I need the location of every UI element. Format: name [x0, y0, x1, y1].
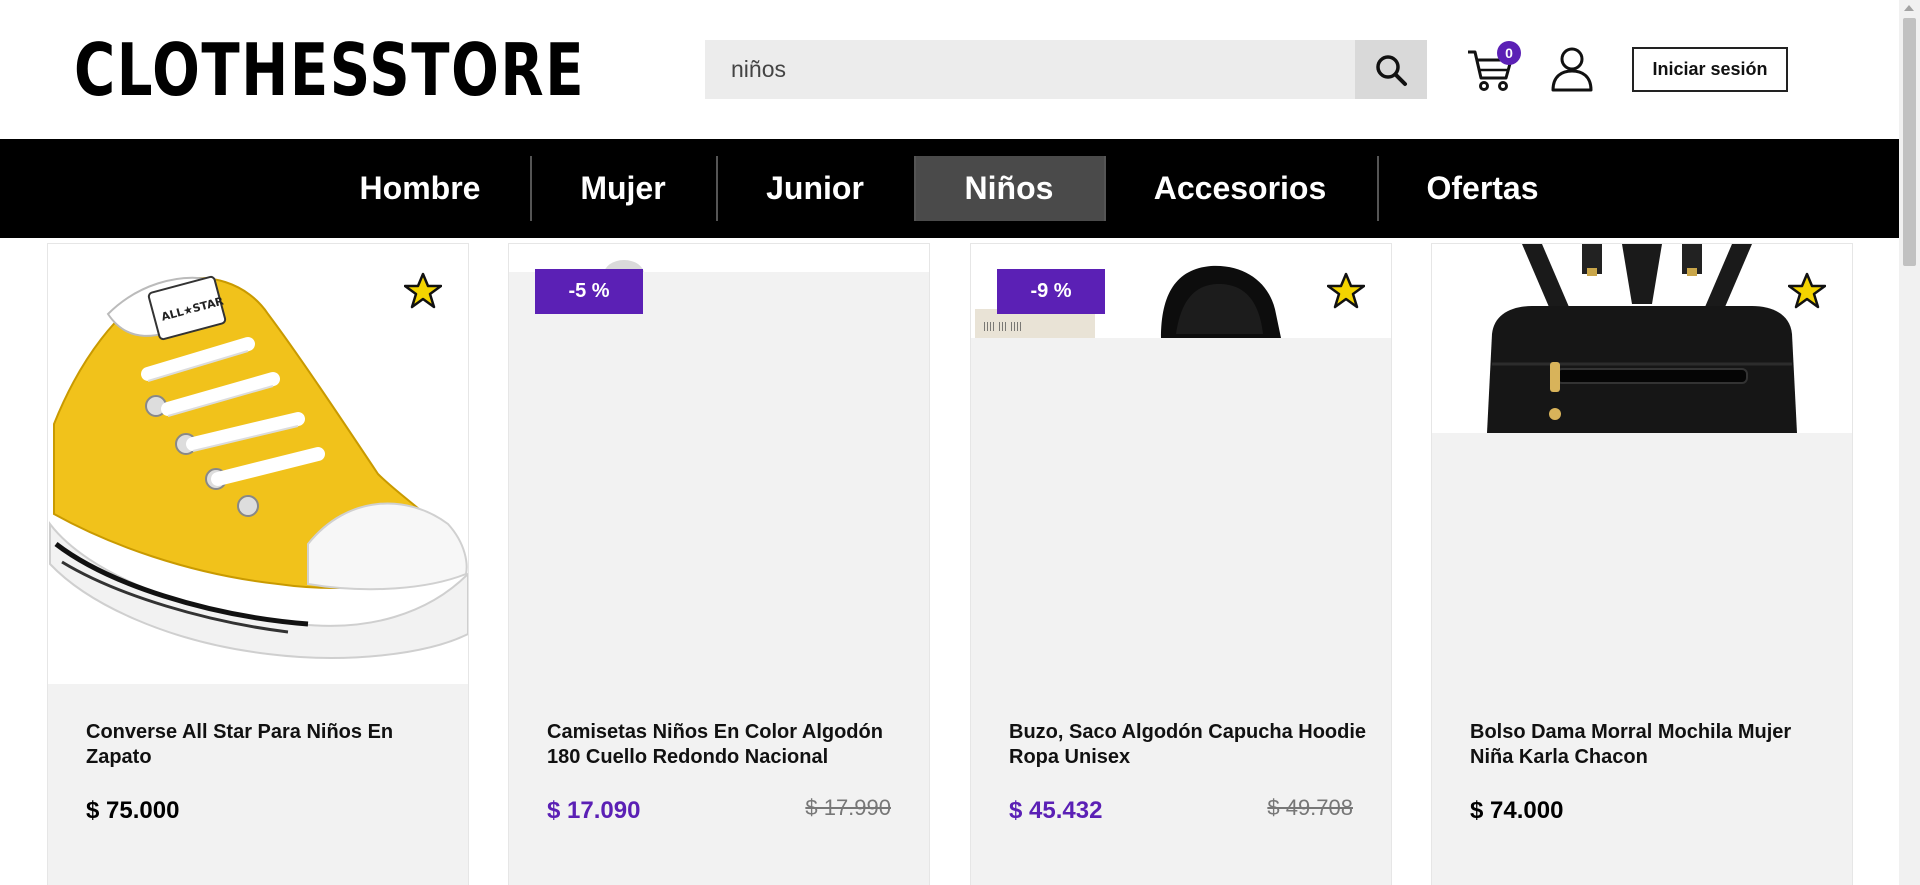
nav-divider: [716, 156, 718, 221]
site-logo[interactable]: CLOTHESSTORE: [74, 30, 585, 110]
search-button[interactable]: [1355, 40, 1427, 99]
nav-divider: [1377, 156, 1379, 221]
category-nav: Hombre Mujer Junior Niños Accesorios Ofe…: [0, 139, 1899, 238]
svg-text:|||| ||| ||||: |||| ||| ||||: [983, 322, 1022, 332]
product-old-price: $ 17.990: [805, 795, 891, 820]
product-old-price: $ 49.708: [1267, 795, 1353, 820]
site-header: CLOTHESSTORE 0 Iniciar sesión: [0, 0, 1899, 139]
product-price: $ 45.432: [1009, 797, 1103, 824]
search-bar: [705, 40, 1427, 99]
nav-item-ofertas[interactable]: Ofertas: [1400, 156, 1565, 221]
login-button[interactable]: Iniciar sesión: [1632, 47, 1788, 92]
nav-item-junior[interactable]: Junior: [730, 156, 900, 221]
star-icon[interactable]: [1327, 272, 1365, 310]
product-title[interactable]: Buzo, Saco Algodón Capucha Hoodie Ropa U…: [1009, 720, 1369, 770]
product-title[interactable]: Camisetas Niños En Color Algodón 180 Cue…: [547, 720, 907, 770]
scrollbar-thumb[interactable]: [1903, 18, 1916, 266]
product-title[interactable]: Bolso Dama Morral Mochila Mujer Niña Kar…: [1470, 720, 1830, 770]
product-card[interactable]: Bolso Dama Morral Mochila Mujer Niña Kar…: [1431, 243, 1853, 885]
product-card[interactable]: ALL★STAR Converse All Star Para Niños En…: [47, 243, 469, 885]
nav-divider: [1104, 156, 1106, 221]
scroll-up-icon[interactable]: [1904, 5, 1914, 11]
cart-count-badge: 0: [1497, 41, 1521, 65]
star-icon[interactable]: [404, 272, 442, 310]
page-scrollbar[interactable]: [1899, 0, 1920, 885]
product-title[interactable]: Converse All Star Para Niños En Zapato: [86, 720, 446, 770]
nav-divider: [914, 156, 916, 221]
search-input[interactable]: [705, 40, 1355, 99]
nav-item-accesorios[interactable]: Accesorios: [1130, 156, 1350, 221]
product-image[interactable]: [509, 244, 929, 272]
nav-item-hombre[interactable]: Hombre: [340, 156, 500, 221]
user-icon[interactable]: [1550, 46, 1594, 92]
search-icon: [1376, 54, 1407, 86]
product-card[interactable]: |||| ||| |||| -9 % Buzo, Saco Algodón Ca…: [970, 243, 1392, 885]
discount-badge: -9 %: [997, 269, 1105, 314]
product-card[interactable]: -5 % Camisetas Niños En Color Algodón 18…: [508, 243, 930, 885]
nav-divider: [530, 156, 532, 221]
product-image[interactable]: ALL★STAR: [48, 244, 468, 684]
star-icon[interactable]: [1788, 272, 1826, 310]
discount-badge: -5 %: [535, 269, 643, 314]
product-price: $ 75.000: [86, 797, 180, 824]
product-price: $ 17.090: [547, 797, 641, 824]
nav-item-mujer[interactable]: Mujer: [540, 156, 706, 221]
nav-item-ninos[interactable]: Niños: [914, 156, 1104, 221]
product-price: $ 74.000: [1470, 797, 1564, 824]
